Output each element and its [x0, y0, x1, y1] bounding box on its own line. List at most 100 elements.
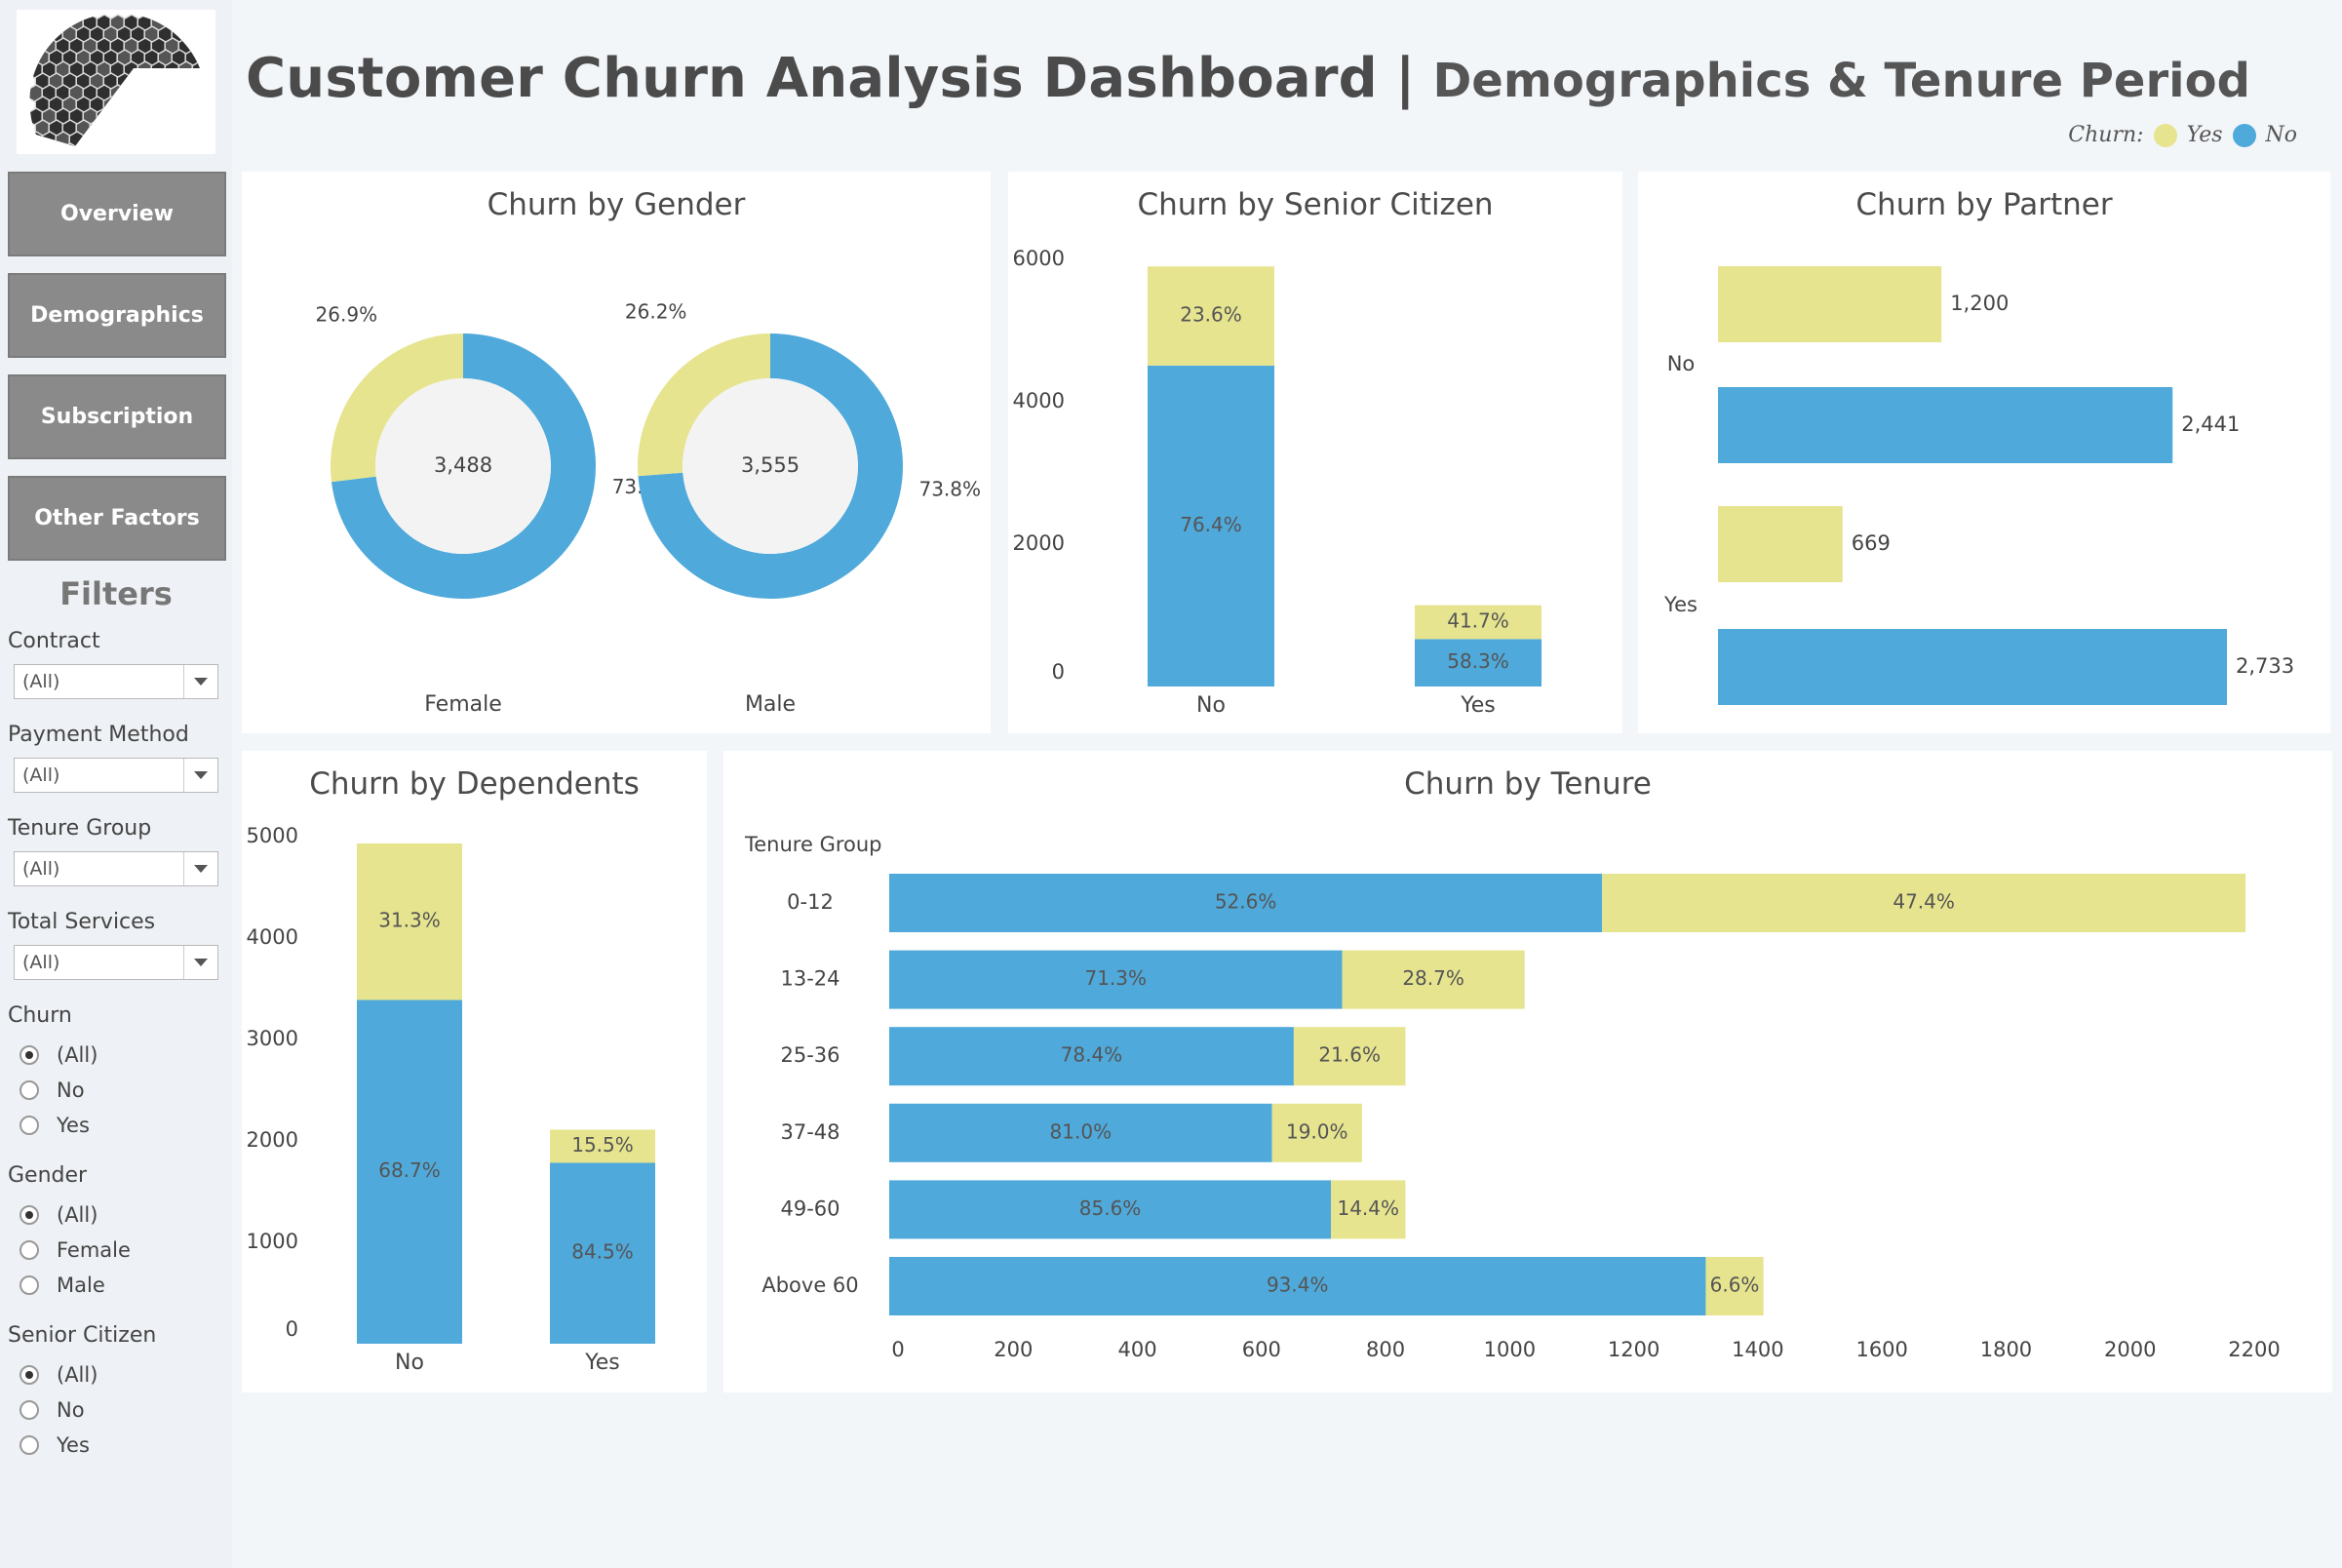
senior-citizen-bar-chart: 0 2000 4000 6000 76.4% 23.6% No 58.3% 41.7% Yes: [1013, 247, 1542, 718]
radio-icon[interactable]: [20, 1240, 39, 1260]
logo-hexagon: [191, 131, 201, 146]
gender-radio-all[interactable]: (All): [20, 1200, 98, 1230]
logo-hexagon: [48, 142, 65, 146]
radio-selected-icon[interactable]: [20, 1365, 39, 1385]
logo-hexagon: [171, 72, 188, 92]
nav-demographics-button[interactable]: Demographics: [8, 273, 226, 358]
logo-hexagon: [41, 131, 59, 146]
logo-hexagon: [143, 142, 161, 146]
bar-pct-label: 84.5%: [571, 1240, 634, 1264]
logo-hexagon: [82, 131, 99, 146]
y-axis-tick-label: 1000: [247, 1230, 298, 1253]
logo-hexagon: [198, 96, 201, 115]
logo-hexagon: [206, 108, 215, 126]
x-axis-category-label: Yes: [1460, 693, 1496, 718]
payment-method-filter-label: Payment Method: [8, 723, 189, 747]
logo-hexagon: [116, 119, 134, 138]
tenure-bar-chart: Tenure Group 52.6% 47.4% 0-12 71.3% 28.7% 13-2…: [744, 833, 2281, 1361]
y-axis-category-label: No: [1667, 352, 1696, 375]
logo-hexagon: [137, 131, 154, 146]
tenure-group-filter-dropdown[interactable]: (All): [14, 851, 218, 886]
chevron-down-icon[interactable]: [183, 759, 217, 792]
churn-radio-no[interactable]: No: [20, 1076, 85, 1105]
logo-hexagon: [102, 119, 120, 138]
logo-hexagon: [213, 143, 215, 154]
churn-by-dependents-panel: Churn by Dependents 0 1000 2000 3000 4000 500…: [242, 751, 707, 1392]
tenure-group-filter-value: (All): [22, 858, 60, 880]
chevron-down-icon[interactable]: [183, 852, 217, 885]
logo-hexagon: [29, 14, 45, 33]
total-services-filter-dropdown[interactable]: (All): [14, 945, 218, 980]
legend-no-label: No: [2265, 123, 2298, 147]
legend-yes-label: Yes: [2186, 123, 2223, 147]
radio-icon[interactable]: [20, 1116, 39, 1135]
sphere-logo-icon: [29, 14, 215, 154]
logo-hexagon: [184, 96, 201, 115]
y-axis-category-label: 25-36: [780, 1043, 839, 1067]
logo-hexagon: [157, 72, 175, 92]
logo-hexagon: [184, 25, 201, 45]
logo-hexagon: [206, 85, 215, 102]
radio-icon[interactable]: [20, 1435, 39, 1455]
bar-pct-label: 52.6%: [1215, 890, 1277, 914]
logo-hexagon: [89, 142, 106, 146]
donut-category-label: Female: [424, 692, 502, 717]
contract-filter-dropdown[interactable]: (All): [14, 664, 218, 699]
radio-icon[interactable]: [20, 1275, 39, 1295]
bar-pct-label: 19.0%: [1286, 1119, 1348, 1143]
logo-hexagon: [198, 72, 201, 92]
y-axis-tick-label: 4000: [1013, 389, 1065, 412]
logo-hexagon: [143, 72, 161, 92]
logo-hexagon: [102, 96, 120, 115]
x-axis-tick-label: 800: [1366, 1338, 1405, 1361]
y-axis-category-label: 0-12: [787, 890, 834, 914]
bar-pct-label: 14.4%: [1337, 1196, 1399, 1220]
title-separator: |: [1394, 47, 1416, 110]
nav-subscription-button[interactable]: Subscription: [8, 374, 226, 459]
partner-bar-chart: 1,200 2,441 No 669 2,733 Yes: [1663, 266, 2294, 705]
logo-hexagon: [75, 142, 93, 146]
radio-icon[interactable]: [20, 1400, 39, 1420]
logo-hexagon: [143, 96, 161, 115]
logo-hexagon: [123, 84, 140, 103]
logo-hexagon: [96, 107, 113, 127]
logo-hexagon: [41, 14, 59, 33]
nav-overview-button[interactable]: Overview: [8, 172, 226, 256]
bar-pct-label: 81.0%: [1050, 1119, 1112, 1143]
y-axis-tick-label: 0: [1052, 660, 1065, 684]
x-axis-category-label: No: [395, 1351, 424, 1375]
senior-citizen-radio-yes[interactable]: Yes: [20, 1431, 90, 1460]
dependents-bar-chart: 0 1000 2000 3000 4000 5000 68.7% 31.3% No 84.5% 15…: [247, 824, 655, 1375]
x-axis-tick-label: 2000: [2104, 1338, 2156, 1361]
donut-total-label: 3,488: [434, 453, 492, 477]
radio-selected-icon[interactable]: [20, 1045, 39, 1065]
senior-citizen-radio-all[interactable]: (All): [20, 1360, 98, 1390]
logo-hexagon: [102, 142, 120, 146]
gender-radio-female[interactable]: Female: [20, 1235, 131, 1265]
logo-hexagon: [206, 61, 215, 79]
radio-icon[interactable]: [20, 1080, 39, 1100]
logo-hexagon: [116, 142, 134, 146]
logo-hexagon: [137, 107, 154, 127]
y-axis-tick-label: 2000: [247, 1128, 298, 1152]
y-axis-category-label: 13-24: [780, 967, 839, 991]
payment-method-filter-dropdown[interactable]: (All): [14, 758, 218, 793]
tenure-group-filter-label: Tenure Group: [8, 816, 152, 841]
churn-radio-yes[interactable]: Yes: [20, 1111, 90, 1140]
logo-hexagon: [213, 120, 215, 137]
radio-selected-icon[interactable]: [20, 1205, 39, 1225]
donut-yes-pct-label: 26.9%: [316, 302, 378, 326]
chevron-down-icon[interactable]: [183, 946, 217, 979]
chevron-down-icon[interactable]: [183, 665, 217, 698]
bar-segment-yes: [1718, 506, 1843, 582]
churn-radio-all[interactable]: (All): [20, 1040, 98, 1070]
gender-radio-male[interactable]: Male: [20, 1271, 105, 1300]
senior-citizen-radio-no[interactable]: No: [20, 1395, 85, 1425]
logo-hexagon: [184, 119, 201, 138]
x-axis-tick-label: 1000: [1484, 1338, 1536, 1361]
logo-hexagon: [191, 14, 201, 33]
total-services-filter-label: Total Services: [8, 910, 156, 934]
y-axis-category-label: 49-60: [780, 1196, 839, 1220]
nav-other-factors-button[interactable]: Other Factors: [8, 476, 226, 561]
logo-hexagon: [116, 96, 134, 115]
